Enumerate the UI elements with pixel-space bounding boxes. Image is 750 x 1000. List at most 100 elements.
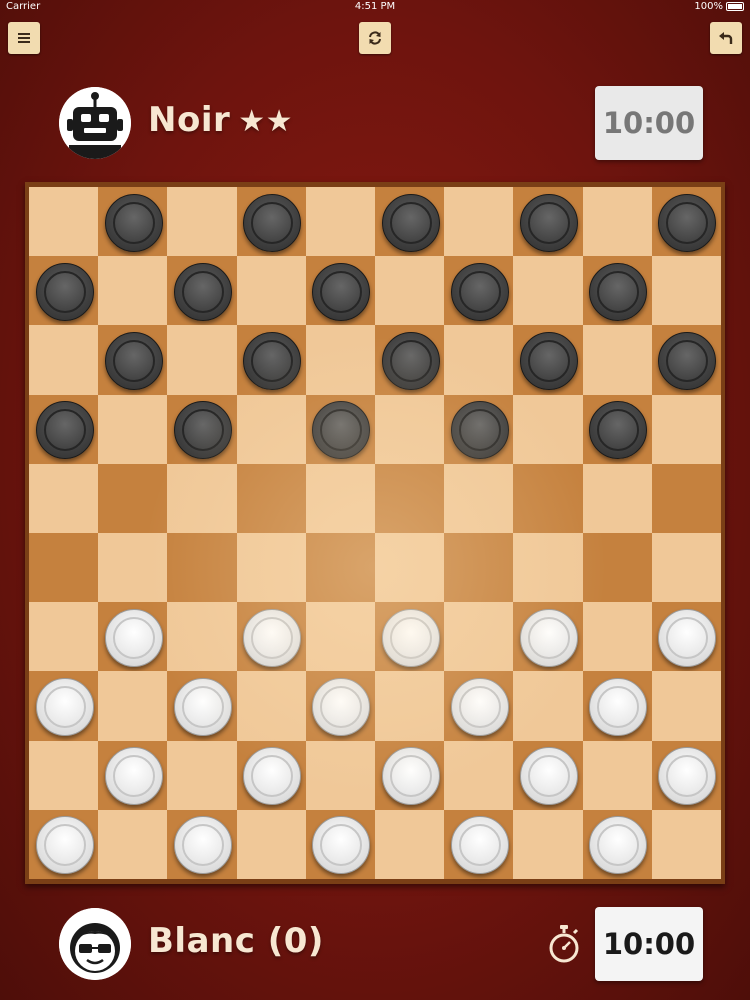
- checkers-board[interactable]: [29, 187, 721, 879]
- white-piece[interactable]: [312, 677, 371, 736]
- opponent-name-label: Noir ★★: [148, 100, 293, 140]
- board-square[interactable]: [305, 671, 375, 741]
- board-square[interactable]: [29, 532, 99, 603]
- board-square: [513, 532, 583, 603]
- black-piece[interactable]: [381, 193, 440, 252]
- white-piece[interactable]: [519, 747, 578, 806]
- board-square[interactable]: [582, 256, 652, 326]
- board-square[interactable]: [651, 187, 721, 257]
- board-square[interactable]: [29, 809, 99, 879]
- board-square: [374, 256, 445, 326]
- board-square[interactable]: [513, 463, 583, 533]
- board-square[interactable]: [167, 394, 237, 464]
- board-square[interactable]: [98, 187, 168, 257]
- board-square[interactable]: [98, 463, 168, 533]
- board-square[interactable]: [513, 325, 583, 395]
- board-square[interactable]: [236, 463, 306, 533]
- white-piece[interactable]: [173, 816, 232, 875]
- black-piece[interactable]: [243, 193, 302, 252]
- white-piece[interactable]: [589, 816, 648, 875]
- white-piece[interactable]: [658, 747, 717, 806]
- black-piece[interactable]: [450, 401, 509, 460]
- board-square[interactable]: [98, 602, 168, 672]
- black-piece[interactable]: [658, 193, 717, 252]
- black-piece[interactable]: [589, 262, 648, 321]
- white-piece[interactable]: [381, 608, 440, 667]
- menu-button[interactable]: [8, 22, 40, 54]
- white-piece[interactable]: [450, 816, 509, 875]
- white-piece[interactable]: [104, 608, 163, 667]
- board-square[interactable]: [305, 532, 375, 603]
- board-square[interactable]: [98, 325, 168, 395]
- board-square[interactable]: [582, 671, 652, 741]
- board-square[interactable]: [374, 740, 445, 810]
- board-square[interactable]: [305, 256, 375, 326]
- black-piece[interactable]: [312, 262, 371, 321]
- board-square[interactable]: [29, 256, 99, 326]
- refresh-button[interactable]: [359, 22, 391, 54]
- board-square[interactable]: [374, 187, 445, 257]
- board-square[interactable]: [444, 671, 514, 741]
- black-piece[interactable]: [173, 401, 232, 460]
- white-piece[interactable]: [243, 747, 302, 806]
- board-square[interactable]: [513, 602, 583, 672]
- black-piece[interactable]: [104, 193, 163, 252]
- black-piece[interactable]: [35, 401, 94, 460]
- board-square[interactable]: [305, 809, 375, 879]
- opponent-clock: 10:00: [595, 86, 703, 160]
- black-piece[interactable]: [243, 331, 302, 390]
- board-square[interactable]: [29, 394, 99, 464]
- board-square[interactable]: [513, 740, 583, 810]
- board-square: [305, 463, 375, 533]
- board-square[interactable]: [374, 463, 445, 533]
- board-square[interactable]: [236, 740, 306, 810]
- white-piece[interactable]: [519, 608, 578, 667]
- board-square[interactable]: [444, 256, 514, 326]
- black-piece[interactable]: [589, 401, 648, 460]
- black-piece[interactable]: [173, 262, 232, 321]
- board-square[interactable]: [651, 325, 721, 395]
- black-piece[interactable]: [35, 262, 94, 321]
- black-piece[interactable]: [381, 331, 440, 390]
- black-piece[interactable]: [312, 401, 371, 460]
- board-square[interactable]: [374, 325, 445, 395]
- board-square[interactable]: [167, 532, 237, 603]
- board-square[interactable]: [513, 187, 583, 257]
- board-square[interactable]: [167, 256, 237, 326]
- white-piece[interactable]: [589, 677, 648, 736]
- board-square[interactable]: [651, 740, 721, 810]
- black-piece[interactable]: [450, 262, 509, 321]
- board-square[interactable]: [582, 394, 652, 464]
- board-square[interactable]: [582, 532, 652, 603]
- board-square[interactable]: [167, 671, 237, 741]
- board-square[interactable]: [444, 394, 514, 464]
- board-square[interactable]: [651, 463, 721, 533]
- white-piece[interactable]: [450, 677, 509, 736]
- white-piece[interactable]: [104, 747, 163, 806]
- board-square[interactable]: [305, 394, 375, 464]
- board-square[interactable]: [29, 671, 99, 741]
- black-piece[interactable]: [104, 331, 163, 390]
- black-piece[interactable]: [519, 331, 578, 390]
- board-square[interactable]: [582, 809, 652, 879]
- white-piece[interactable]: [243, 608, 302, 667]
- board-square[interactable]: [236, 187, 306, 257]
- white-piece[interactable]: [35, 677, 94, 736]
- black-piece[interactable]: [658, 331, 717, 390]
- board-square[interactable]: [236, 602, 306, 672]
- board-square[interactable]: [374, 602, 445, 672]
- board-square[interactable]: [167, 809, 237, 879]
- board-square[interactable]: [444, 809, 514, 879]
- white-piece[interactable]: [35, 816, 94, 875]
- board-square[interactable]: [236, 325, 306, 395]
- undo-button[interactable]: [710, 22, 742, 54]
- white-piece[interactable]: [381, 747, 440, 806]
- board-square[interactable]: [98, 740, 168, 810]
- black-piece[interactable]: [519, 193, 578, 252]
- board-square[interactable]: [651, 602, 721, 672]
- white-piece[interactable]: [658, 608, 717, 667]
- board-square[interactable]: [444, 532, 514, 603]
- board-square: [513, 394, 583, 464]
- white-piece[interactable]: [173, 677, 232, 736]
- white-piece[interactable]: [312, 816, 371, 875]
